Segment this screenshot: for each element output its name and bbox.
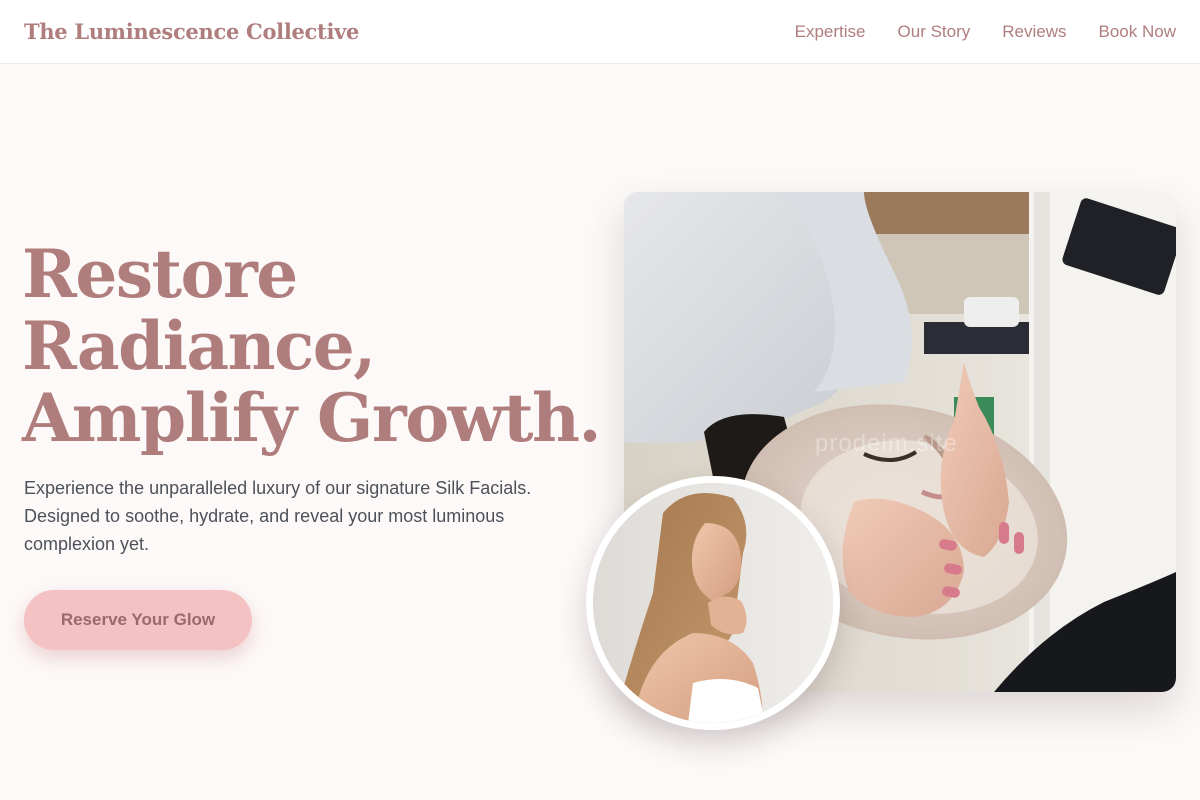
nav-link-reviews[interactable]: Reviews bbox=[1002, 22, 1066, 42]
main-nav: Expertise Our Story Reviews Book Now bbox=[795, 22, 1176, 42]
image-watermark: prodeim.site bbox=[815, 430, 958, 457]
top-navigation: The Luminescence Collective Expertise Ou… bbox=[0, 0, 1200, 64]
brand-logo[interactable]: The Luminescence Collective bbox=[24, 19, 359, 44]
hero-title: Restore Radiance, Amplify Growth. bbox=[22, 238, 602, 454]
nav-link-our-story[interactable]: Our Story bbox=[898, 22, 971, 42]
nav-link-book-now[interactable]: Book Now bbox=[1099, 22, 1176, 42]
hero-title-line: Restore bbox=[22, 235, 298, 313]
model-portrait-image bbox=[586, 476, 840, 730]
nav-link-expertise[interactable]: Expertise bbox=[795, 22, 866, 42]
hero-title-line: Amplify Growth. bbox=[22, 379, 601, 457]
hero-title-line: Radiance, bbox=[22, 307, 376, 385]
reserve-your-glow-button[interactable]: Reserve Your Glow bbox=[24, 590, 252, 650]
hero-description: Experience the unparalleled luxury of ou… bbox=[24, 478, 532, 554]
